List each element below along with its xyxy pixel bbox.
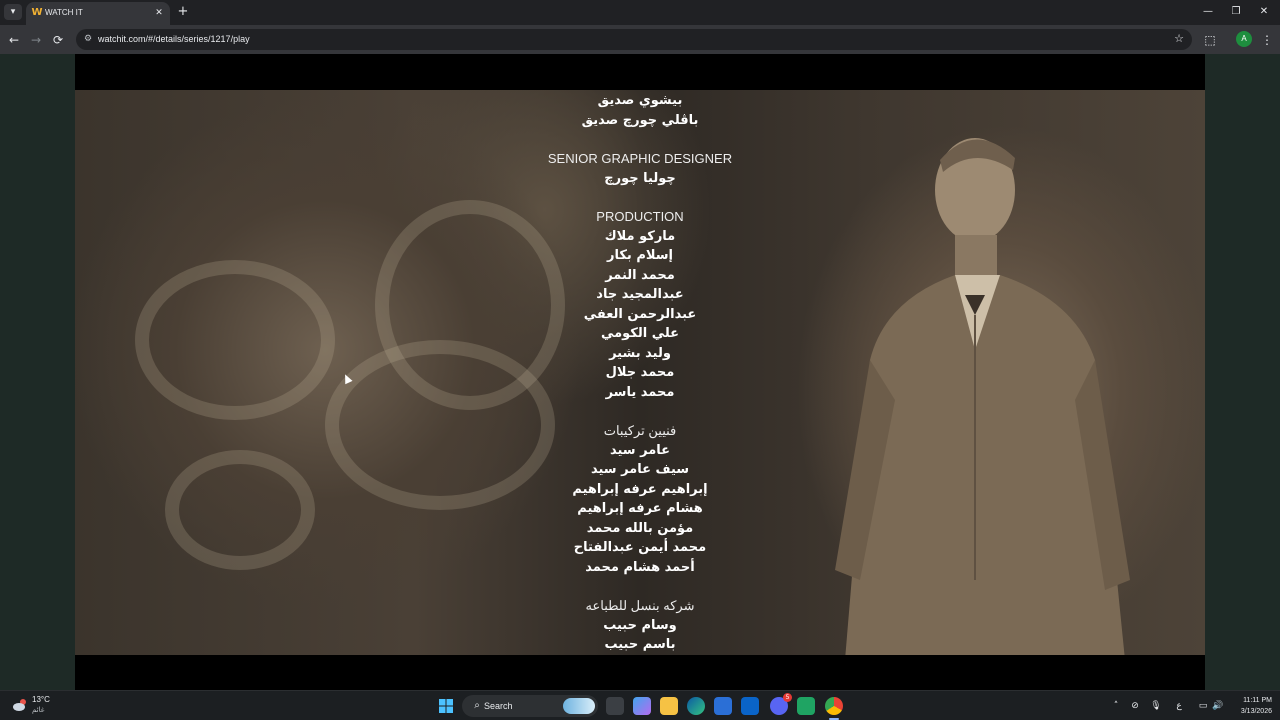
credits-name: وليد بشير: [609, 345, 671, 361]
taskbar: 13°C غائم ⌕ Search 5 ˄ ⊘ 🎙 ع ▭ 🔊 11:11 P…: [0, 690, 1280, 720]
credits-name: وسام حبيب: [603, 617, 677, 633]
extensions-icon[interactable]: ⬚: [1201, 31, 1219, 49]
credits-name: چوليا چورچ: [604, 170, 676, 186]
system-clock[interactable]: 11:11 PM 3/13/2026: [1226, 695, 1272, 717]
copilot-icon[interactable]: [633, 697, 651, 715]
tab-close-icon[interactable]: ✕: [153, 7, 165, 19]
clock-date: 3/13/2026: [1240, 708, 1272, 715]
credits-name: إبراهيم عرفه إبراهيم: [572, 481, 708, 497]
file-explorer-icon[interactable]: [660, 697, 678, 715]
discord-icon[interactable]: 5: [770, 693, 792, 715]
chrome-browser-icon[interactable]: [825, 697, 843, 715]
site-info-icon[interactable]: ⚙: [82, 33, 94, 45]
reload-button[interactable]: ⟳: [49, 31, 67, 49]
windows-start-icon[interactable]: [437, 697, 455, 715]
end-credits: بيشوي صديق باڤلي چورچ صديق SENIOR GRAPHIC …: [75, 90, 1205, 655]
credits-name: عامر سيد: [609, 442, 671, 458]
credits-heading: شركه بنسل للطباعه: [585, 598, 695, 613]
weather-temperature[interactable]: 13°C: [32, 694, 50, 705]
edge-browser-icon[interactable]: [687, 697, 705, 715]
network-off-icon[interactable]: ⊘: [1128, 699, 1142, 713]
whatsapp-icon[interactable]: [797, 697, 815, 715]
credits-heading: SENIOR GRAPHIC DESIGNER: [547, 151, 733, 166]
credits-heading: فنيين تركيبات: [603, 423, 677, 438]
credits-name: هشام عرفه إبراهيم: [577, 501, 703, 516]
credits-name: إسلام بكار: [607, 248, 673, 263]
new-tab-button[interactable]: +: [176, 4, 190, 20]
microphone-icon[interactable]: 🎙: [1149, 699, 1163, 713]
microsoft-store-icon[interactable]: [714, 697, 732, 715]
outlook-icon[interactable]: [741, 697, 759, 715]
browser-menu-icon[interactable]: ⋮: [1258, 31, 1276, 49]
weather-description[interactable]: غائم: [32, 705, 44, 716]
input-language-indicator[interactable]: ع: [1172, 699, 1186, 713]
search-label: Search: [484, 701, 513, 711]
credits-name: باسم حبيب: [604, 637, 676, 652]
close-window-button[interactable]: ✕: [1250, 3, 1278, 21]
credits-heading: PRODUCTION: [596, 209, 684, 224]
tab-title: WATCH IT: [45, 8, 83, 17]
back-button[interactable]: ←: [5, 31, 23, 49]
discord-notification-badge: 5: [783, 693, 792, 702]
credits-name: ماركو ملاك: [604, 228, 676, 244]
search-icon: ⌕: [474, 700, 480, 711]
credits-name: مؤمن بالله محمد: [586, 520, 694, 536]
url-text[interactable]: watchit.com/#/details/series/1217/play: [98, 33, 250, 46]
taskbar-search-box[interactable]: ⌕ Search: [462, 695, 598, 717]
video-player[interactable]: بيشوي صديق باڤلي چورچ صديق SENIOR GRAPHIC …: [75, 54, 1205, 690]
credits-name: محمد جلال: [605, 365, 675, 380]
credits-name: عبدالرحمن العفي: [583, 306, 697, 322]
tab-search-button[interactable]: ▾: [4, 4, 22, 20]
credits-name: باڤلي چورچ صديق: [581, 112, 699, 128]
profile-avatar[interactable]: A: [1236, 31, 1252, 47]
browser-toolbar: ← → ⟳ ⚙ watchit.com/#/details/series/121…: [0, 25, 1280, 54]
credits-name: بيشوي صديق: [597, 93, 683, 108]
cloudy-weather-icon[interactable]: [12, 698, 28, 712]
minimize-button[interactable]: —: [1194, 3, 1222, 21]
volume-icon[interactable]: 🔊: [1211, 699, 1225, 713]
show-hidden-icons-icon[interactable]: ˄: [1109, 699, 1123, 713]
watchit-favicon-icon: W: [31, 7, 43, 18]
address-bar[interactable]: ⚙ watchit.com/#/details/series/1217/play…: [76, 29, 1192, 50]
credits-name: علي الكومي: [600, 326, 680, 341]
browser-window: ▾ W WATCH IT ✕ + — ❐ ✕ ← → ⟳ ⚙ watchit.c…: [0, 0, 1280, 690]
credits-name: سيف عامر سيد: [590, 462, 690, 477]
bookmark-star-icon[interactable]: ☆: [1172, 32, 1186, 46]
display-icon[interactable]: ▭: [1196, 699, 1210, 713]
search-highlight-image: [563, 698, 595, 714]
credits-name: عبدالمجيد جاد: [596, 287, 684, 302]
restore-button[interactable]: ❐: [1222, 3, 1250, 21]
credits-name: محمد أيمن عبدالفتاح: [573, 540, 707, 555]
credits-name: محمد ياسر: [605, 384, 675, 400]
credits-name: أحمد هشام محمد: [585, 559, 695, 575]
tab-strip: ▾ W WATCH IT ✕ + — ❐ ✕: [0, 0, 1280, 25]
clock-time: 11:11 PM: [1243, 697, 1272, 704]
tab-watch-it[interactable]: W WATCH IT ✕: [26, 2, 170, 25]
forward-button[interactable]: →: [27, 31, 45, 49]
video-frame: بيشوي صديق باڤلي چورچ صديق SENIOR GRAPHIC …: [75, 90, 1205, 655]
credits-name: محمد النمر: [605, 267, 675, 283]
task-view-icon[interactable]: [606, 697, 624, 715]
